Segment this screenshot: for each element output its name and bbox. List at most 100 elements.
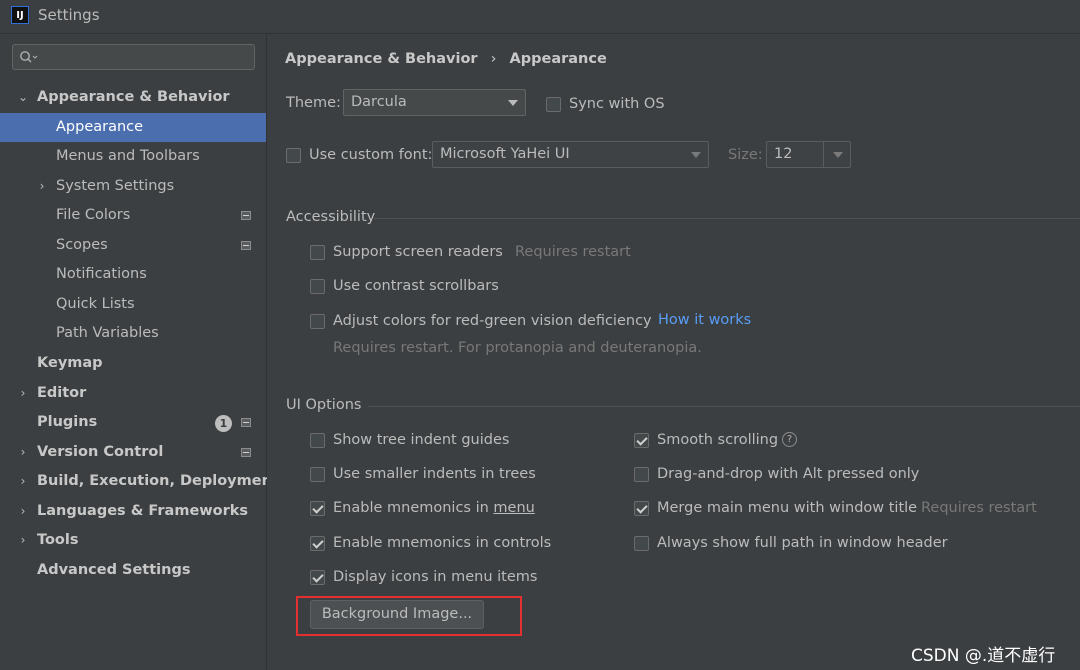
sidebar-item-notifications[interactable]: Notifications xyxy=(0,260,266,289)
smaller-indents-label: Use smaller indents in trees xyxy=(333,466,536,482)
sidebar-item-label: Tools xyxy=(37,532,79,548)
full-path-header-checkbox[interactable] xyxy=(634,536,649,551)
chevron-right-icon[interactable]: › xyxy=(18,438,28,467)
sidebar-item-menus-toolbars[interactable]: Menus and Toolbars xyxy=(0,142,266,171)
breadcrumb-current: Appearance xyxy=(509,51,607,67)
sidebar-item-label: Advanced Settings xyxy=(37,562,191,578)
icons-in-menu-checkbox[interactable] xyxy=(310,570,325,585)
section-divider xyxy=(368,406,1080,407)
requires-restart-hint: Requires restart xyxy=(921,500,1037,516)
sidebar-item-version-control[interactable]: › Version Control xyxy=(0,438,266,467)
tree-indent-guides-checkbox[interactable] xyxy=(310,433,325,448)
chevron-right-icon[interactable]: › xyxy=(37,172,47,201)
sidebar-item-label: System Settings xyxy=(56,178,175,194)
section-divider xyxy=(374,218,1080,219)
sidebar-item-label: Keymap xyxy=(37,355,103,371)
use-custom-font-label: Use custom font: xyxy=(309,147,433,163)
project-level-icon xyxy=(241,448,251,457)
sidebar-item-label: Notifications xyxy=(56,266,147,282)
chevron-down-icon xyxy=(691,152,701,158)
sync-with-os-label: Sync with OS xyxy=(569,96,665,112)
use-custom-font-checkbox[interactable] xyxy=(286,148,301,163)
sidebar-item-scopes[interactable]: Scopes xyxy=(0,231,266,260)
update-count-badge: 1 xyxy=(215,415,232,432)
contrast-scrollbars-label: Use contrast scrollbars xyxy=(333,278,499,294)
sidebar-item-label: Path Variables xyxy=(56,325,159,341)
sidebar-item-build-execution-deployment[interactable]: › Build, Execution, Deployment xyxy=(0,467,279,496)
mnemonics-menu-checkbox[interactable] xyxy=(310,501,325,516)
chevron-right-icon[interactable]: › xyxy=(18,379,28,408)
font-select-value: Microsoft YaHei UI xyxy=(440,146,570,162)
sidebar-item-label: Menus and Toolbars xyxy=(56,148,200,164)
theme-label: Theme: xyxy=(286,95,341,111)
mnemonics-controls-checkbox[interactable] xyxy=(310,536,325,551)
window-title: Settings xyxy=(38,6,100,24)
sync-with-os-checkbox[interactable] xyxy=(546,97,561,112)
sidebar-item-path-variables[interactable]: Path Variables xyxy=(0,319,266,348)
sidebar-item-label: Editor xyxy=(37,385,87,401)
sidebar-item-label: Quick Lists xyxy=(56,296,135,312)
chevron-down-icon[interactable]: ⌄ xyxy=(18,83,28,112)
tree-indent-guides-label: Show tree indent guides xyxy=(333,432,510,448)
chevron-right-icon[interactable]: › xyxy=(18,526,28,555)
merge-main-menu-label: Merge main menu with window title xyxy=(657,500,918,516)
theme-select[interactable]: Darcula xyxy=(343,89,526,116)
chevron-right-icon[interactable]: › xyxy=(18,497,28,526)
breadcrumb-parent[interactable]: Appearance & Behavior xyxy=(285,51,478,67)
settings-search-input[interactable] xyxy=(12,44,255,70)
sidebar-item-languages-frameworks[interactable]: › Languages & Frameworks xyxy=(0,497,266,526)
sidebar-item-system-settings[interactable]: › System Settings xyxy=(0,172,266,201)
sidebar-item-keymap[interactable]: Keymap xyxy=(0,349,266,378)
project-level-icon xyxy=(241,211,251,220)
sidebar-item-tools[interactable]: › Tools xyxy=(0,526,266,555)
settings-sidebar: ⌄ Appearance & Behavior Appearance Menus… xyxy=(0,34,279,670)
drag-drop-alt-checkbox[interactable] xyxy=(634,467,649,482)
mnemonic-letter: menu xyxy=(493,500,535,516)
merge-main-menu-checkbox[interactable] xyxy=(634,501,649,516)
requires-restart-hint: Requires restart xyxy=(515,244,631,260)
icons-in-menu-label: Display icons in menu items xyxy=(333,569,538,585)
sidebar-item-label: Appearance & Behavior xyxy=(37,89,230,105)
chevron-right-icon[interactable]: › xyxy=(18,467,28,496)
sidebar-item-label: Appearance xyxy=(56,119,144,135)
sidebar-item-label: Plugins xyxy=(37,414,98,430)
chevron-down-icon xyxy=(508,100,518,106)
contrast-scrollbars-checkbox[interactable] xyxy=(310,279,325,294)
sidebar-item-label: File Colors xyxy=(56,207,131,223)
combo-divider xyxy=(823,142,824,167)
sidebar-item-editor[interactable]: › Editor xyxy=(0,379,266,408)
color-deficiency-label: Adjust colors for red-green vision defic… xyxy=(333,313,652,329)
sidebar-item-label: Languages & Frameworks xyxy=(37,503,249,519)
sidebar-item-advanced-settings[interactable]: Advanced Settings xyxy=(0,556,266,585)
support-screen-readers-checkbox[interactable] xyxy=(310,245,325,260)
accessibility-section-title: Accessibility xyxy=(286,209,376,225)
ui-options-section-title: UI Options xyxy=(286,397,362,413)
app-icon: IJ xyxy=(11,6,29,24)
theme-select-value: Darcula xyxy=(351,94,407,110)
sidebar-item-appearance[interactable]: Appearance xyxy=(0,113,266,142)
sidebar-item-appearance-behavior[interactable]: ⌄ Appearance & Behavior xyxy=(0,83,266,112)
font-select[interactable]: Microsoft YaHei UI xyxy=(432,141,709,168)
annotation-highlight-box xyxy=(296,596,522,636)
chevron-down-icon xyxy=(833,152,843,158)
font-size-select[interactable]: 12 xyxy=(766,141,851,168)
sidebar-item-file-colors[interactable]: File Colors xyxy=(0,201,266,230)
title-bar: IJ Settings xyxy=(0,0,1080,34)
drag-drop-alt-label: Drag-and-drop with Alt pressed only xyxy=(657,466,920,482)
color-deficiency-checkbox[interactable] xyxy=(310,314,325,329)
mnemonics-menu-label: Enable mnemonics in menu xyxy=(333,500,535,516)
support-screen-readers-label: Support screen readers xyxy=(333,244,503,260)
settings-content: Appearance & Behavior › Appearance Theme… xyxy=(267,34,1080,670)
font-size-value: 12 xyxy=(774,146,793,162)
breadcrumb-separator-icon: › xyxy=(490,51,497,67)
help-icon[interactable]: ? xyxy=(782,432,797,447)
smooth-scrolling-checkbox[interactable] xyxy=(634,433,649,448)
color-deficiency-hint: Requires restart. For protanopia and deu… xyxy=(333,340,702,356)
sidebar-item-label: Scopes xyxy=(56,237,108,253)
how-it-works-link[interactable]: How it works xyxy=(658,312,751,328)
sidebar-item-plugins[interactable]: Plugins 1 xyxy=(0,408,266,437)
project-level-icon xyxy=(241,418,251,427)
sidebar-item-quick-lists[interactable]: Quick Lists xyxy=(0,290,266,319)
smaller-indents-checkbox[interactable] xyxy=(310,467,325,482)
mnemonics-menu-label-text: Enable mnemonics in xyxy=(333,500,494,516)
